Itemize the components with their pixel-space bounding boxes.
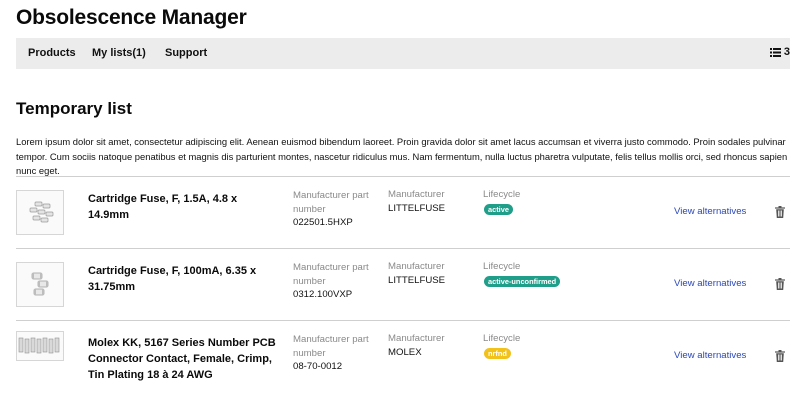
view-alternatives-link[interactable]: View alternatives <box>674 350 746 361</box>
lifecycle-label: Lifecycle <box>483 333 521 344</box>
view-alternatives-link[interactable]: View alternatives <box>674 278 746 289</box>
trash-icon[interactable] <box>775 205 785 218</box>
part-row: Molex KK, 5167 Series Number PCB Connect… <box>16 320 790 390</box>
mpn-value: 022501.5HXP <box>293 217 353 228</box>
view-alternatives-link[interactable]: View alternatives <box>674 206 746 217</box>
lifecycle-label: Lifecycle <box>483 261 521 272</box>
lifecycle-badge: active <box>484 204 513 215</box>
product-thumbnail[interactable] <box>16 190 64 235</box>
page-description: Lorem ipsum dolor sit amet, consectetur … <box>16 136 788 176</box>
lifecycle-badge: active-unconfirmed <box>484 276 561 287</box>
product-thumbnail[interactable] <box>16 331 64 361</box>
manufacturer-value: LITTELFUSE <box>388 203 446 214</box>
manufacturer-value: LITTELFUSE <box>388 275 446 286</box>
mpn-label: Manufacturer part number <box>293 334 369 359</box>
app-title: Obsolescence Manager <box>16 6 247 29</box>
nav-item-support[interactable]: Support <box>165 47 207 59</box>
part-row: Cartridge Fuse, F, 1.5A, 4.8 x 14.9mm Ma… <box>16 176 790 248</box>
trash-icon[interactable] <box>775 277 785 290</box>
nav-item-my-lists[interactable]: My lists(1) <box>92 47 146 59</box>
lifecycle-badge: nrfnd <box>484 348 511 359</box>
lifecycle-label: Lifecycle <box>483 189 521 200</box>
manufacturer-value: MOLEX <box>388 347 422 358</box>
list-count: 3 <box>783 46 790 58</box>
manufacturer-label: Manufacturer <box>388 333 445 344</box>
part-name: Cartridge Fuse, F, 1.5A, 4.8 x 14.9mm <box>88 193 238 221</box>
product-thumbnail[interactable] <box>16 262 64 307</box>
part-row: Cartridge Fuse, F, 100mA, 6.35 x 31.75mm… <box>16 248 790 320</box>
list-icon <box>769 47 781 57</box>
list-count-button[interactable]: 3 <box>769 46 790 58</box>
part-name: Molex KK, 5167 Series Number PCB Connect… <box>88 337 276 381</box>
manufacturer-label: Manufacturer <box>388 189 445 200</box>
trash-icon[interactable] <box>775 349 785 362</box>
mpn-label: Manufacturer part number <box>293 262 369 287</box>
mpn-value: 0312.100VXP <box>293 289 353 300</box>
page-title: Temporary list <box>16 99 132 118</box>
main-navbar: Products My lists(1) Support 3 <box>16 38 790 69</box>
part-name: Cartridge Fuse, F, 100mA, 6.35 x 31.75mm <box>88 265 257 293</box>
nav-item-products[interactable]: Products <box>28 47 76 59</box>
parts-list: Cartridge Fuse, F, 1.5A, 4.8 x 14.9mm Ma… <box>16 176 790 390</box>
manufacturer-label: Manufacturer <box>388 261 445 272</box>
mpn-label: Manufacturer part number <box>293 190 369 215</box>
mpn-value: 08-70-0012 <box>293 361 343 372</box>
